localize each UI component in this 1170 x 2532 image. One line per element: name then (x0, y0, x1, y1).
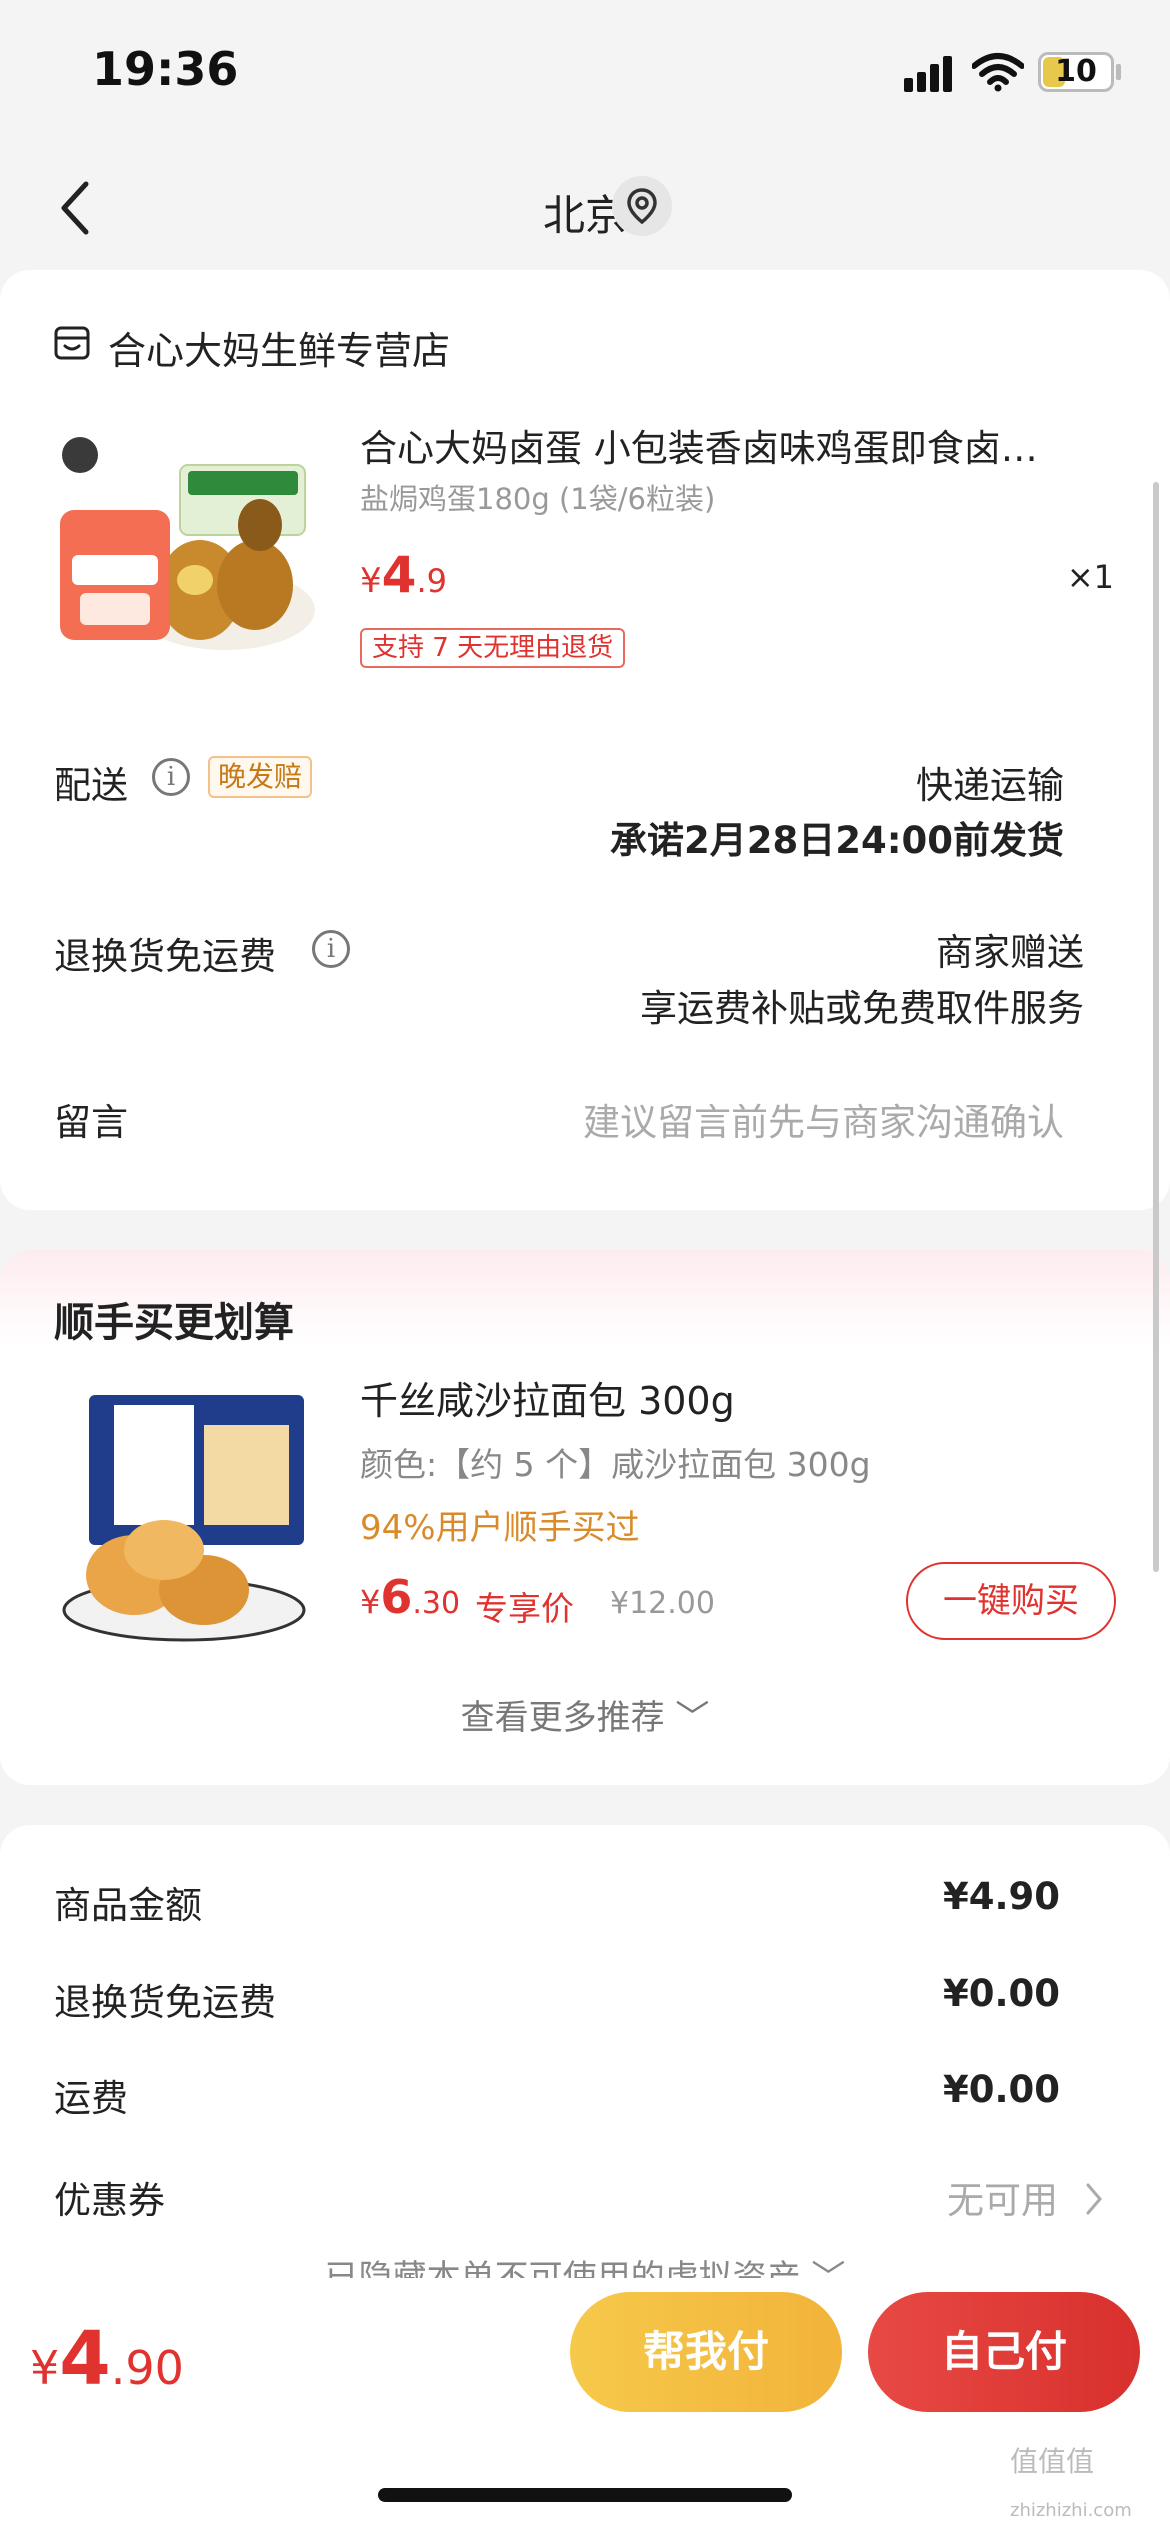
status-time: 19:36 (92, 42, 239, 96)
message-label: 留言 (54, 1101, 128, 1144)
recommend-buyers-rate: 94%用户顺手买过 (360, 1508, 640, 1548)
one-click-buy-button[interactable]: 一键购买 (906, 1562, 1116, 1640)
signal-icon (904, 56, 952, 92)
return-shipping-value: 商家赠送 (936, 931, 1084, 974)
delivery-label: 配送 (54, 764, 128, 807)
message-input[interactable]: 建议留言前先与商家沟通确认 (583, 1092, 1064, 1146)
product-price: ¥4.9 (360, 546, 447, 604)
product-title[interactable]: 合心大妈卤蛋 小包装香卤味鸡蛋即食卤… (360, 418, 1080, 472)
late-compensation-tag: 晚发赔 (208, 756, 313, 798)
summary-shipping-label: 运费 (54, 2077, 128, 2120)
wifi-icon (972, 53, 1024, 92)
delivery-method[interactable]: 快递运输 (916, 755, 1064, 809)
chevron-right-icon[interactable] (1084, 2181, 1104, 2217)
summary-goods-value: ¥4.90 (942, 1875, 1060, 1918)
store-icon (54, 326, 90, 360)
info-icon[interactable]: i (312, 930, 350, 968)
exclusive-price-label: 专享价 (475, 1589, 574, 1628)
original-price: ¥12.00 (610, 1586, 715, 1621)
battery-icon: 10 (1038, 52, 1114, 92)
summary-return-value: ¥0.00 (942, 1972, 1060, 2015)
page-title: 北京 (542, 191, 627, 240)
info-icon[interactable]: i (152, 758, 190, 796)
recommend-item-name[interactable]: 千丝咸沙拉面包 300g (360, 1370, 735, 1425)
watermark: 值值值 (1010, 2445, 1095, 2478)
status-bar: 19:36 10 (0, 0, 1170, 140)
summary-return-label: 退换货免运费 (54, 1981, 276, 2024)
battery-level: 10 (1055, 54, 1097, 89)
product-spec[interactable]: 盐焗鸡蛋180g (1袋/6粒装) (360, 476, 715, 518)
return-shipping-detail: 享运费补贴或免费取件服务 (640, 987, 1084, 1030)
summary-goods-label: 商品金额 (54, 1884, 202, 1927)
help-me-pay-button[interactable]: 帮我付 (570, 2292, 842, 2412)
scrollbar[interactable] (1153, 482, 1159, 1572)
more-recommend-link[interactable]: 查看更多推荐 ﹀ (0, 1690, 1170, 1739)
recommend-card: 顺手买更划算 千丝咸沙拉面包 300g 颜色:【约 5 个】咸沙拉面包 300g… (0, 1250, 1170, 1785)
store-name: 合心大妈生鲜专营店 (108, 329, 451, 373)
return-shipping-label: 退换货免运费 (54, 935, 276, 978)
product-image[interactable] (50, 415, 320, 660)
watermark-url: zhizhizhi.com (1010, 2500, 1132, 2521)
coupon-value[interactable]: 无可用 (947, 2170, 1058, 2224)
total-price: ¥4.90 (30, 2316, 184, 2402)
return-policy-tag: 支持 7 天无理由退货 (360, 628, 626, 668)
recommend-image[interactable] (54, 1375, 324, 1645)
recommend-price: ¥6.30 (360, 1570, 461, 1624)
order-card: 合心大妈生鲜专营店 合心大妈卤蛋 小包装香卤味鸡蛋即食卤… 盐焗鸡蛋180g (… (0, 270, 1170, 1210)
product-quantity: ×1 (1066, 558, 1114, 596)
coupon-label: 优惠券 (54, 2179, 165, 2222)
summary-shipping-value: ¥0.00 (942, 2068, 1060, 2111)
pay-myself-button[interactable]: 自己付 (868, 2292, 1140, 2412)
nav-bar: 北京 (0, 140, 1170, 270)
location-icon[interactable] (612, 176, 672, 236)
recommend-title: 顺手买更划算 (54, 1300, 294, 1346)
delivery-promise: 承诺2月28日24:00前发货 (609, 819, 1064, 862)
recommend-item-color: 颜色:【约 5 个】咸沙拉面包 300g (360, 1445, 871, 1484)
home-indicator (378, 2488, 792, 2502)
